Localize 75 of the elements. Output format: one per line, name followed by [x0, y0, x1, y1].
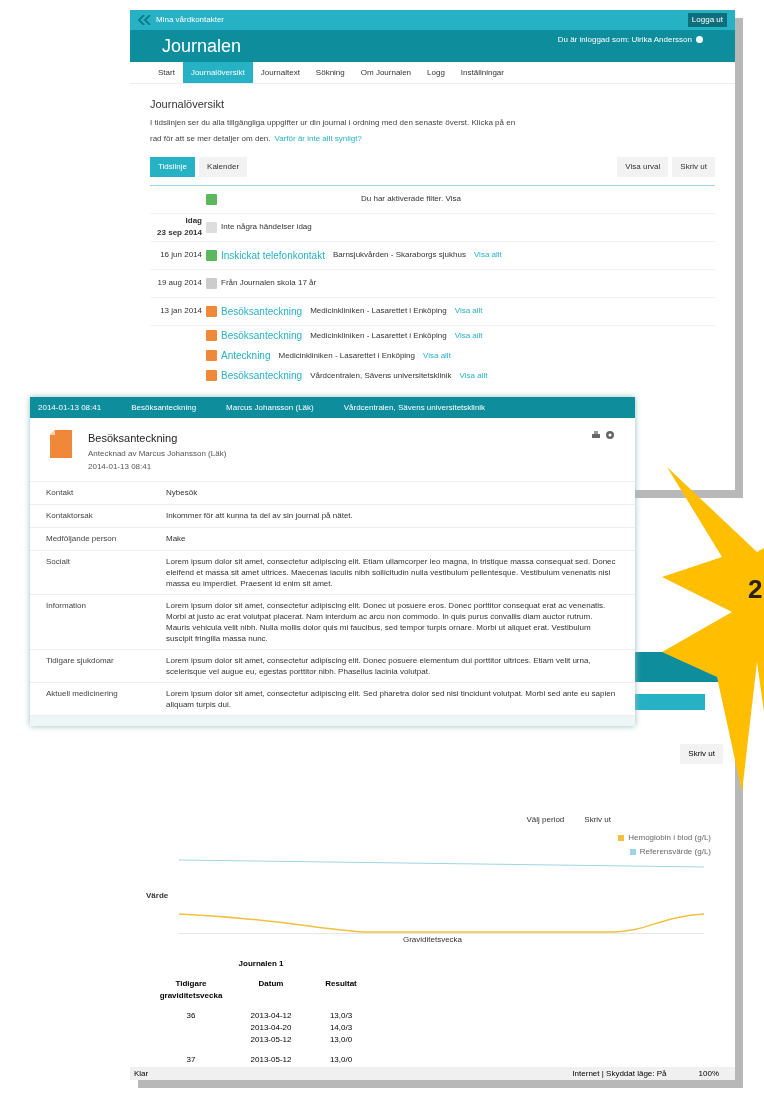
nav-tab[interactable]: Sökning	[307, 62, 353, 83]
field-label: Tidigare sjukdomar	[46, 654, 115, 667]
legend-label: Referensvärde (g/L)	[639, 846, 711, 858]
intro-text: I tidslinjen ser du alla tillgängliga uppgifter ur din journal i ordning med den senaste överst. Klicka på en	[150, 116, 517, 129]
page-heading: Journalöversikt	[150, 97, 225, 112]
table-cell-text: 36	[185, 1010, 197, 1022]
field-label: Kontakt	[46, 486, 75, 499]
field-label: Medföljande person	[46, 532, 118, 545]
field-value: Lorem ipsum dolor sit amet, consectetur adipiscing elit. Sed pharetra dolor sed nisi tincidunt volutpat. Morbi sed ante eu sapien aliquam turpis dui.	[166, 687, 616, 710]
table-cell-text: 2013-04-12 2013-04-20 2013-05-12	[249, 1010, 293, 1046]
entry-detail: Inte några händelser idag	[221, 221, 312, 233]
view-toggle[interactable]: Kalender	[199, 156, 248, 177]
intro-text: rad för att se mer detaljer om den.	[150, 132, 271, 145]
x-axis-label: Graviditetsvecka	[402, 934, 463, 946]
app-title: Journalen	[162, 35, 242, 58]
table-cell-text: 37	[185, 1054, 197, 1066]
field-label: Socialt	[46, 555, 71, 568]
header-text: Vårdcentralen, Sävens universitetsklinik	[343, 401, 486, 414]
logout-button[interactable]: Logga ut	[687, 13, 727, 27]
entry-date: 23 sep 2014	[157, 227, 202, 239]
entry-date: Idag	[185, 215, 202, 227]
field-value: Lorem ipsum dolor sit amet, consectetur adipiscing elit. Donec ut posuere eros. Donec porttitor consequat erat ac venenatis. Morbi at justo ac erat volutpat placerat. Nam interdum ac arcu non commodo. In quis purus convallis diam auctor rutrum. Mauris vehicula velit nibh. Nulla mollis dolor quis mi faucibus, sed tempor turpis ornare. Morbi ut aliquet erat. Vestibulum suscipit fringilla massa nunc.	[166, 599, 607, 644]
entry-detail: Från Journalen skola 17 år	[221, 277, 317, 289]
action-button[interactable]: Skriv ut	[672, 156, 715, 177]
table-cell-text: 13,0/3 14,0/3 13,0/0	[328, 1010, 354, 1046]
table-caption: Journalen 1	[238, 958, 284, 970]
column-header: Tidigare graviditetsvecka	[158, 978, 224, 1002]
logo-icon	[138, 15, 152, 25]
nav-tab[interactable]: Om Journalen	[352, 62, 420, 83]
zone-text: Internet | Skyddat läge: På	[572, 1067, 667, 1080]
nav-tab[interactable]: Logg	[419, 62, 453, 83]
field-label: Kontaktorsak	[46, 509, 94, 522]
column-header: Resultat	[324, 978, 358, 990]
time-text: 2014-01-13 08:41	[88, 460, 153, 473]
entry-detail: Medicinkliniken - Lasarettet i Enköping	[278, 349, 415, 362]
brand-name: Mina vårdkontakter	[156, 14, 225, 26]
zoom-level[interactable]: 100%	[698, 1067, 719, 1080]
field-value: Make	[166, 532, 187, 545]
table-cell-text: 2013-05-12	[249, 1054, 293, 1066]
header-text: 2014-01-13 08:41	[38, 401, 102, 414]
entry-detail: Barnsjukvården - Skaraborgs sjukhus	[332, 249, 466, 261]
entry-date: 16 jun 2014	[160, 249, 202, 261]
field-value: Lorem ipsum dolor sit amet, consectetur adipiscing elit. Etiam ullamcorper leo magna, in tristique massa consequat sed. Donec eleifend et massa sit amet ultrices. Maecenas iaculis nibh sollicitudin nulla vestibulum pellentesque. Vestibulum venenatis nisi massa eu imperdiet. Praesent id enim sit amet.	[166, 555, 616, 589]
column-header: Datum	[257, 978, 285, 990]
y-axis-label: Värde	[146, 890, 170, 902]
legend-label: Hemoglobin i blod (g/L)	[628, 832, 711, 844]
entry-date: 13 jan 2014	[160, 305, 202, 317]
field-label: Aktuell medicinering	[46, 687, 119, 700]
user-text: Du är inloggad som: Ulrika Andersson	[557, 34, 692, 46]
action-button[interactable]: Visa urval	[617, 156, 669, 177]
nav-tab[interactable]: Journaltext	[252, 62, 308, 83]
author-text: Antecknad av Marcus Johansson (Läk)	[88, 447, 227, 460]
nav-tab[interactable]: Inställningar	[452, 62, 512, 83]
status-text: Klar	[134, 1067, 149, 1080]
field-value: Lorem ipsum dolor sit amet, consectetur adipiscing elit. Donec posuere elementum dui porttitor ultrices. Etiam velit urna, scelerisque vel augue eu, egestas porttitor nibh. Phasellus lacinia volutpat.	[166, 654, 592, 677]
filter-notice[interactable]: Du har aktiverade filter. Visa	[361, 193, 461, 205]
entry-detail: Medicinkliniken - Lasarettet i Enköping	[310, 305, 447, 317]
settings-icon[interactable]	[605, 430, 615, 440]
header-text: Besöksanteckning	[131, 401, 197, 414]
entry-date: 19 aug 2014	[157, 277, 202, 289]
entry-detail: Medicinkliniken - Lasarettet i Enköping	[310, 329, 447, 342]
document-icon	[50, 430, 72, 458]
nav-tab[interactable]: Start	[150, 62, 183, 83]
table-cell-text: 13,0/0	[328, 1054, 354, 1066]
action-button[interactable]: Välj period	[522, 814, 569, 826]
header-text: Marcus Johansson (Läk)	[226, 401, 314, 414]
field-label: Information	[46, 599, 88, 612]
action-button[interactable]: Skriv ut	[580, 814, 615, 826]
entry-detail: Vårdcentralen, Sävens universitetsklinik	[310, 369, 452, 382]
print-icon[interactable]	[591, 430, 601, 440]
field-value: Nybesök	[166, 486, 199, 499]
field-value: Inkommer för att kunna ta del av sin journal på nätet.	[166, 509, 354, 522]
print-button[interactable]: Skriv ut	[680, 744, 723, 764]
badge-number: 2	[748, 573, 763, 606]
card-title: Besöksanteckning	[88, 431, 179, 446]
